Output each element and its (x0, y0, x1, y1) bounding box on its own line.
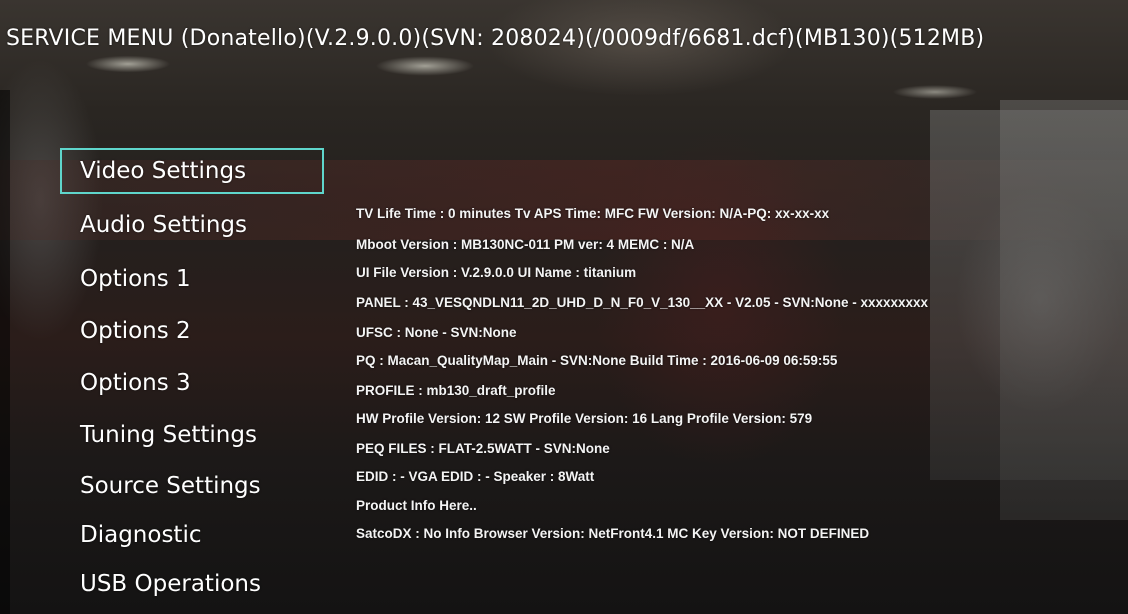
background-edge (0, 90, 10, 614)
info-profile: PROFILE : mb130_draft_profile (356, 383, 556, 398)
background-reflection-panel (930, 110, 1128, 480)
info-edid: EDID : - VGA EDID : - Speaker : 8Watt (356, 469, 595, 484)
info-product: Product Info Here.. (356, 498, 477, 513)
info-tv-life-time: TV Life Time : 0 minutes Tv APS Time: MF… (356, 206, 830, 221)
menu-item-source-settings[interactable]: Source Settings (60, 463, 324, 509)
info-ufsc: UFSC : None - SVN:None (356, 325, 517, 340)
info-satcodx: SatcoDX : No Info Browser Version: NetFr… (356, 526, 870, 541)
menu-item-video-settings[interactable]: Video Settings (60, 148, 324, 194)
menu-item-options-1[interactable]: Options 1 (60, 256, 324, 302)
info-pq: PQ : Macan_QualityMap_Main - SVN:None Bu… (356, 353, 838, 368)
menu-item-tuning-settings[interactable]: Tuning Settings (60, 412, 324, 458)
info-panel: PANEL : 43_VESQNDLN11_2D_UHD_D_N_F0_V_13… (356, 295, 929, 310)
info-ui-file-version: UI File Version : V.2.9.0.0 UI Name : ti… (356, 265, 637, 280)
menu-item-usb-operations[interactable]: USB Operations (60, 561, 324, 607)
menu-item-diagnostic[interactable]: Diagnostic (60, 512, 324, 558)
tv-screen: SERVICE MENU (Donatello)(V.2.9.0.0)(SVN:… (0, 0, 1128, 614)
menu-item-audio-settings[interactable]: Audio Settings (60, 202, 324, 248)
info-profile-versions: HW Profile Version: 12 SW Profile Versio… (356, 411, 813, 426)
menu-item-options-2[interactable]: Options 2 (60, 308, 324, 354)
menu-item-options-3[interactable]: Options 3 (60, 360, 324, 406)
service-menu-title: SERVICE MENU (Donatello)(V.2.9.0.0)(SVN:… (6, 26, 985, 51)
info-mboot-version: Mboot Version : MB130NC-011 PM ver: 4 ME… (356, 237, 695, 252)
info-peq-files: PEQ FILES : FLAT-2.5WATT - SVN:None (356, 441, 610, 456)
